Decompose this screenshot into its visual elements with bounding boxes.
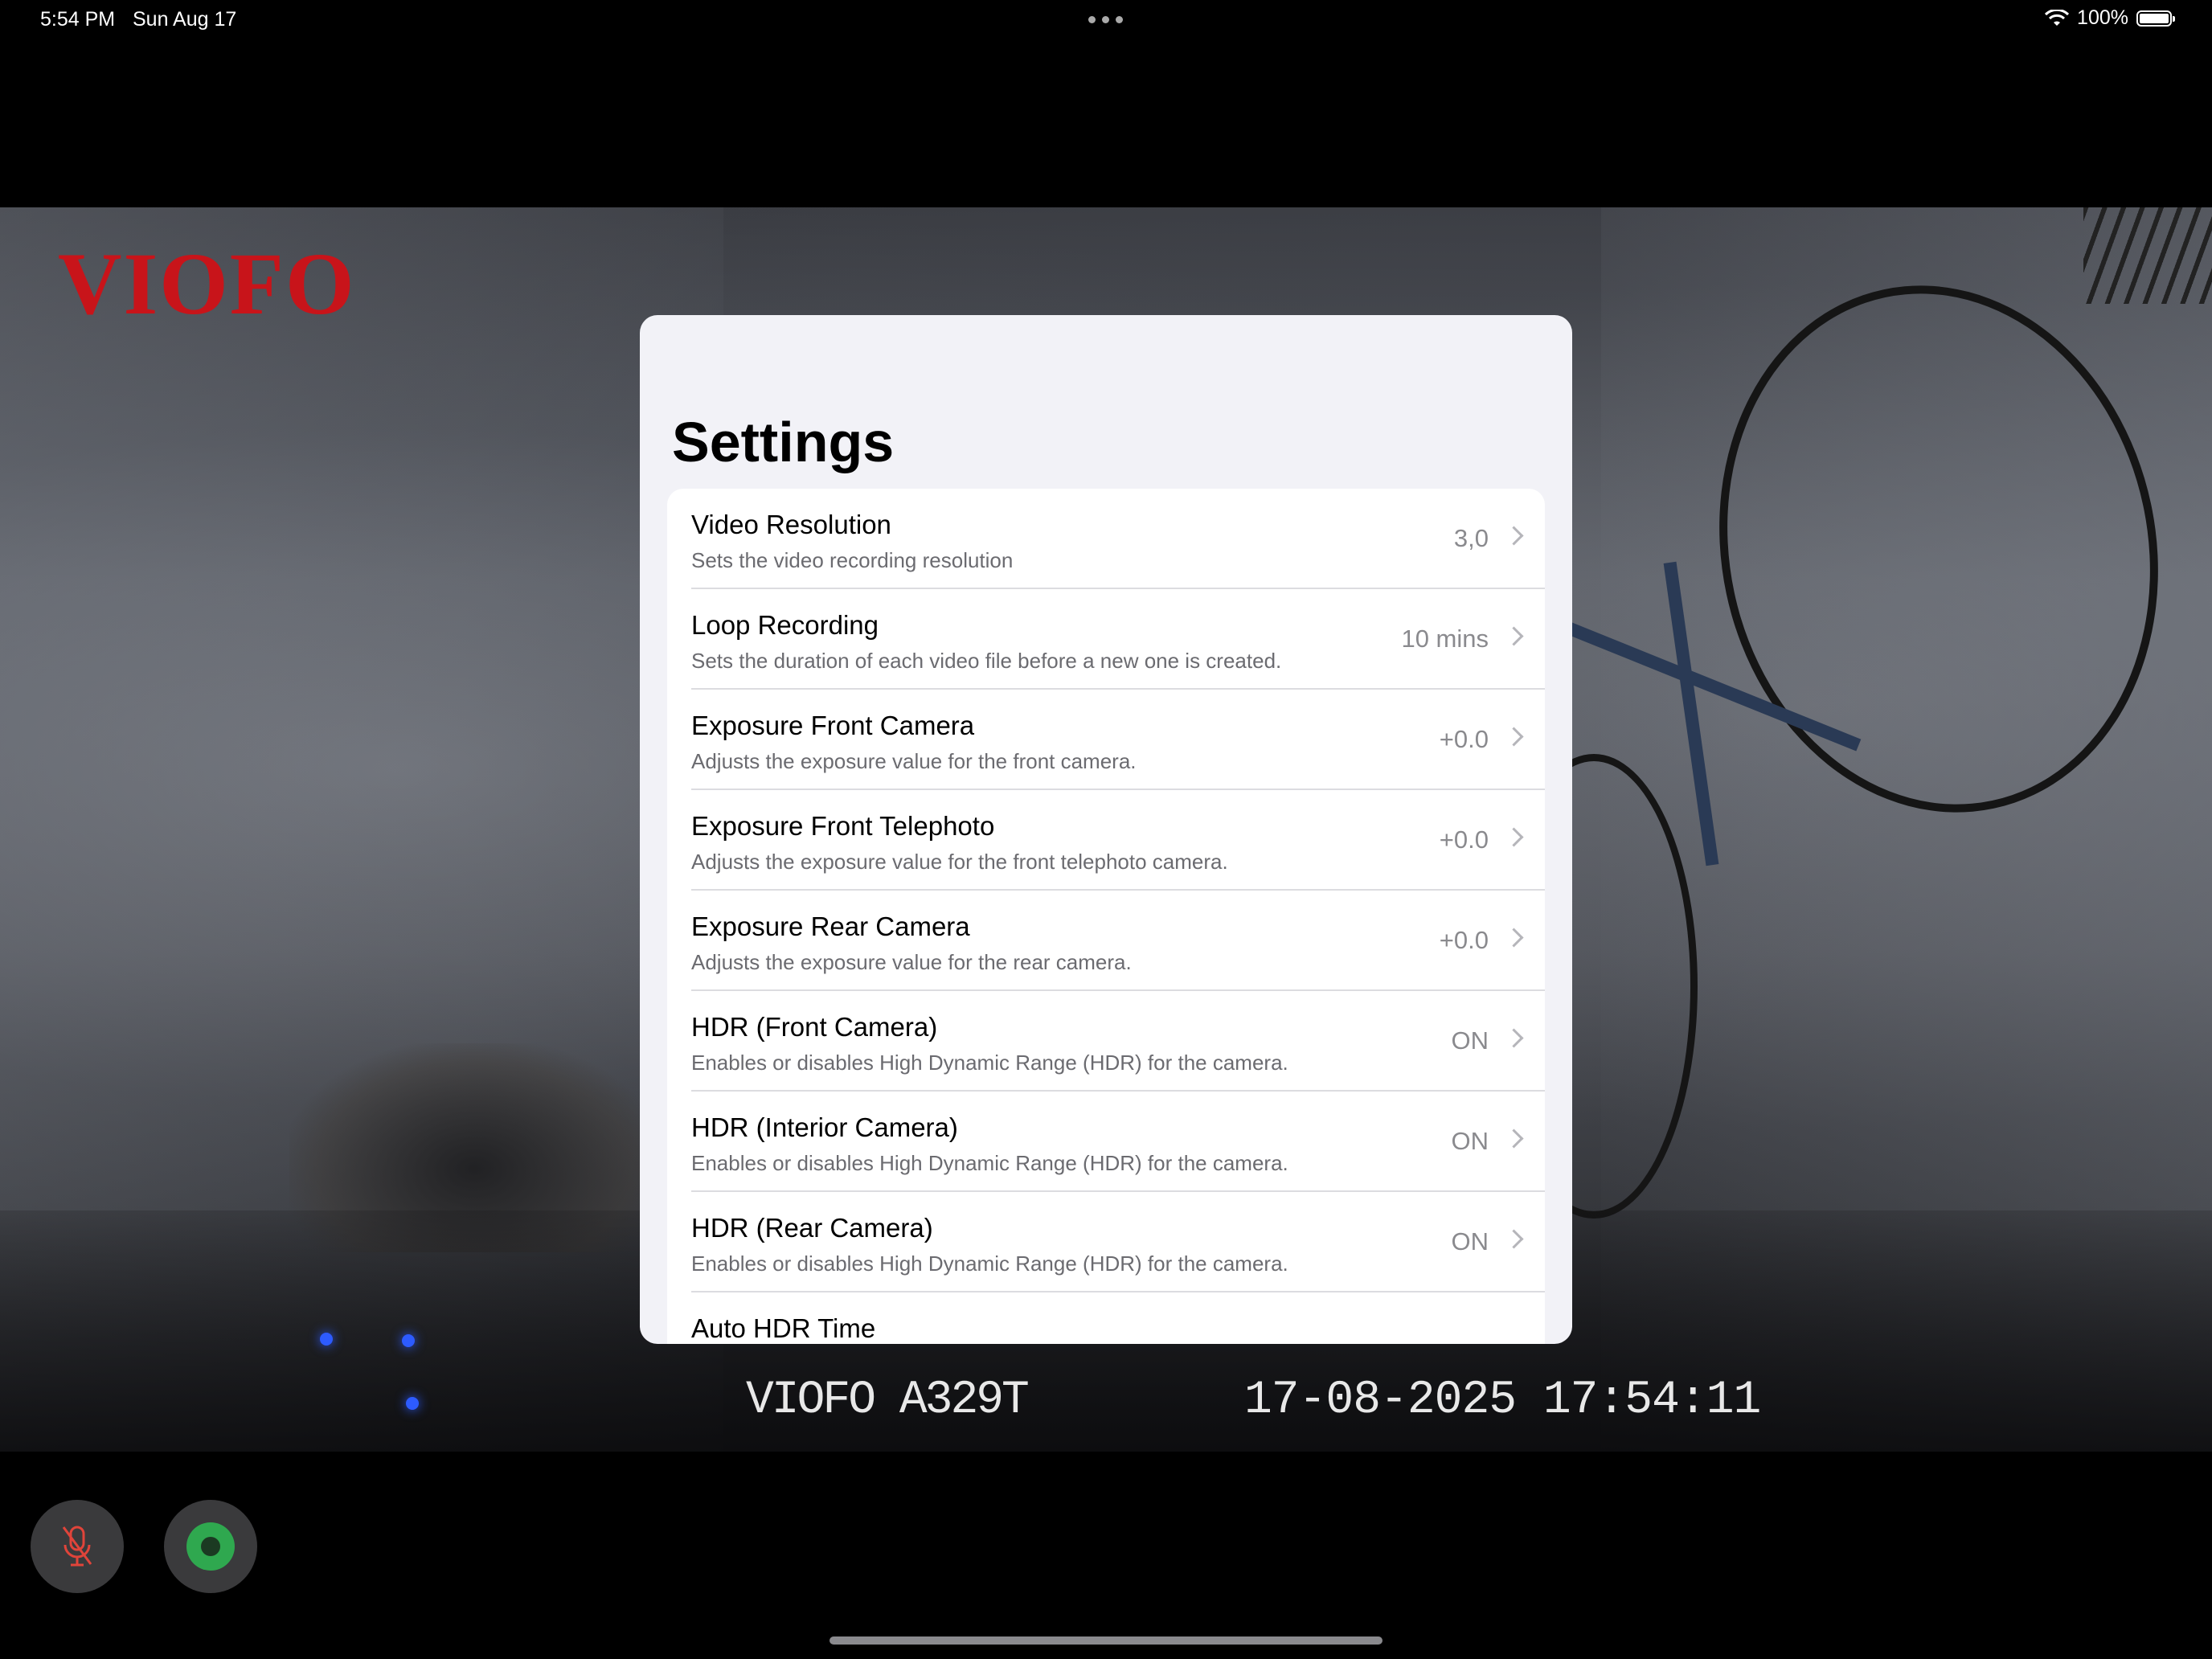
battery-percent: 100% <box>2077 6 2128 29</box>
setting-value: 3,0 <box>1453 524 1489 552</box>
chevron-right-icon <box>1504 1129 1524 1149</box>
wifi-icon <box>2045 9 2070 26</box>
chevron-right-icon <box>1504 727 1524 747</box>
setting-row-auto-hdr-time[interactable]: Auto HDR Time <box>667 1292 1545 1344</box>
setting-description: Sets the duration of each video file bef… <box>691 649 1282 673</box>
mute-microphone-button[interactable] <box>31 1500 124 1593</box>
viofo-logo: VIOFO <box>58 235 356 333</box>
timestamp-overlay: 17-08-2025 17:54:11 <box>1244 1374 1761 1427</box>
model-overlay: VIOFO A329T <box>746 1374 1030 1427</box>
chevron-right-icon <box>1504 1229 1524 1249</box>
setting-row-hdr-interior-camera[interactable]: HDR (Interior Camera) Enables or disable… <box>667 1092 1545 1192</box>
battery-icon <box>2136 10 2175 27</box>
status-bar: 5:54 PM Sun Aug 17 100% <box>0 0 2212 40</box>
setting-value: +0.0 <box>1439 725 1489 753</box>
setting-description: Enables or disables High Dynamic Range (… <box>691 1151 1288 1175</box>
setting-label: Auto HDR Time <box>691 1313 876 1343</box>
setting-label: HDR (Front Camera) <box>691 1012 938 1042</box>
status-time: 5:54 PM <box>40 8 116 31</box>
record-button[interactable] <box>164 1500 257 1593</box>
setting-value: 10 mins <box>1401 625 1489 653</box>
setting-value: ON <box>1451 1127 1489 1155</box>
setting-description: Sets the video recording resolution <box>691 548 1014 572</box>
setting-value: ON <box>1451 1227 1489 1256</box>
status-right: 100% <box>2045 6 2175 30</box>
chevron-right-icon <box>1504 827 1524 847</box>
record-icon <box>186 1522 235 1571</box>
chevron-right-icon <box>1504 626 1524 646</box>
setting-value: ON <box>1451 1026 1489 1055</box>
chevron-right-icon <box>1504 1028 1524 1048</box>
setting-label: Exposure Front Telephoto <box>691 811 995 841</box>
setting-value: +0.0 <box>1439 926 1489 954</box>
setting-row-hdr-front-camera[interactable]: HDR (Front Camera) Enables or disables H… <box>667 991 1545 1092</box>
setting-description: Enables or disables High Dynamic Range (… <box>691 1251 1288 1276</box>
settings-list[interactable]: Video Resolution Sets the video recordin… <box>667 489 1545 1344</box>
setting-row-hdr-rear-camera[interactable]: HDR (Rear Camera) Enables or disables Hi… <box>667 1192 1545 1292</box>
setting-label: Exposure Rear Camera <box>691 911 970 941</box>
chevron-right-icon <box>1504 928 1524 948</box>
setting-description: Enables or disables High Dynamic Range (… <box>691 1051 1288 1075</box>
setting-label: Loop Recording <box>691 610 879 640</box>
home-indicator[interactable] <box>830 1636 1382 1645</box>
setting-description: Adjusts the exposure value for the rear … <box>691 950 1132 974</box>
setting-row-video-resolution[interactable]: Video Resolution Sets the video recordin… <box>667 489 1545 589</box>
setting-label: Video Resolution <box>691 510 891 539</box>
settings-title: Settings <box>672 411 895 473</box>
setting-row-loop-recording[interactable]: Loop Recording Sets the duration of each… <box>667 589 1545 690</box>
setting-label: HDR (Rear Camera) <box>691 1213 933 1243</box>
setting-description: Adjusts the exposure value for the front… <box>691 749 1137 773</box>
settings-sheet: Settings Video Resolution Sets the video… <box>640 315 1572 1344</box>
setting-description: Adjusts the exposure value for the front… <box>691 850 1228 874</box>
setting-row-exposure-front-telephoto[interactable]: Exposure Front Telephoto Adjusts the exp… <box>667 790 1545 891</box>
chevron-right-icon <box>1504 526 1524 546</box>
setting-row-exposure-front-camera[interactable]: Exposure Front Camera Adjusts the exposu… <box>667 690 1545 790</box>
setting-label: HDR (Interior Camera) <box>691 1112 958 1142</box>
status-date: Sun Aug 17 <box>133 8 237 31</box>
mic-muted-icon <box>62 1526 92 1567</box>
multitasking-dots-icon[interactable] <box>1088 16 1123 23</box>
setting-label: Exposure Front Camera <box>691 711 975 740</box>
setting-value: +0.0 <box>1439 825 1489 854</box>
setting-row-exposure-rear-camera[interactable]: Exposure Rear Camera Adjusts the exposur… <box>667 891 1545 991</box>
